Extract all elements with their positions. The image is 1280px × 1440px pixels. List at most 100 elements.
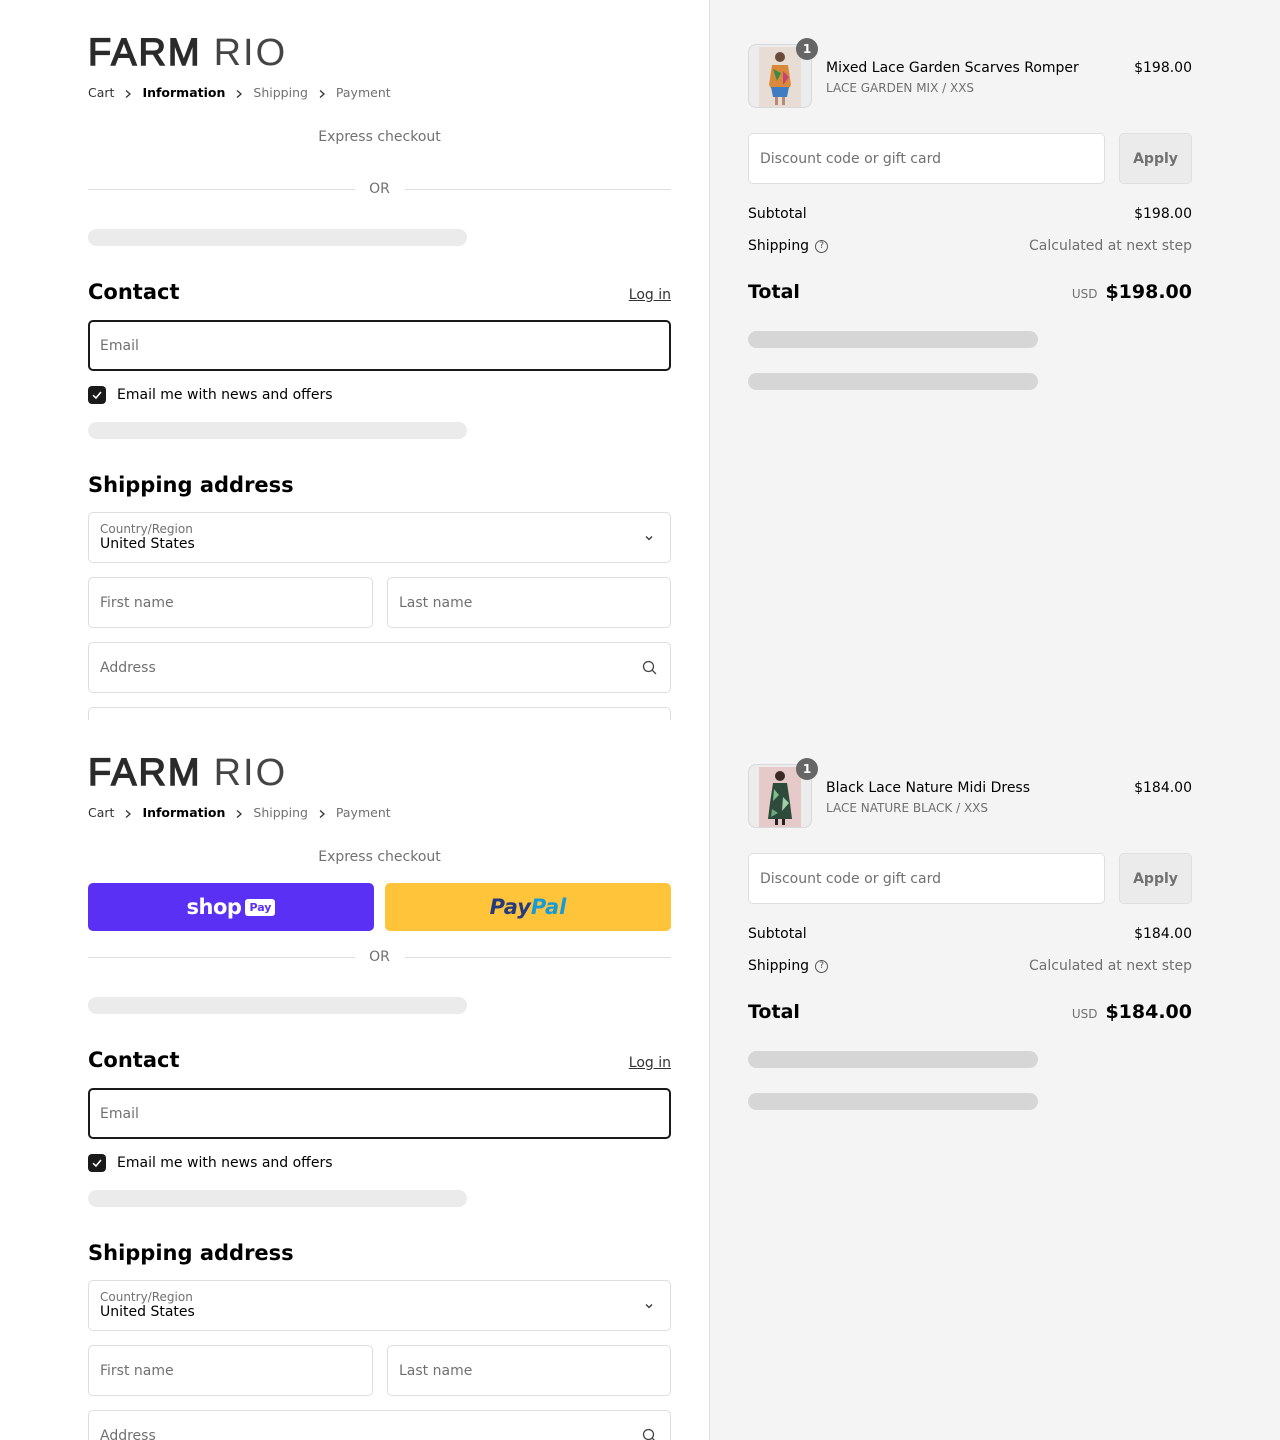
discount-code-input[interactable]: Discount code or gift card	[748, 133, 1105, 184]
paypal-logo-part2: Pal	[530, 895, 567, 919]
checkout-frame-1: FARM RIO Cart Information Shipping Payme…	[0, 0, 1280, 720]
search-icon[interactable]	[641, 660, 657, 676]
breadcrumb-shipping: Shipping	[253, 805, 308, 820]
apply-discount-button[interactable]: Apply	[1119, 853, 1192, 904]
last-name-field[interactable]: Last name	[387, 1345, 671, 1396]
shipping-address-heading: Shipping address	[88, 473, 294, 497]
first-name-field[interactable]: First name	[88, 577, 373, 628]
shipping-row: Shipping? Calculated at next step	[748, 958, 1192, 974]
product-variant: LACE NATURE BLACK / XXS	[826, 801, 989, 815]
product-name: Black Lace Nature Midi Dress	[826, 780, 1031, 796]
last-name-field[interactable]: Last name	[387, 577, 671, 628]
brand-logo[interactable]: FARM RIO	[87, 753, 287, 792]
breadcrumb-cart[interactable]: Cart	[88, 85, 114, 100]
country-value: United States	[100, 1304, 195, 1320]
breadcrumb-cart[interactable]: Cart	[88, 805, 114, 820]
newsletter-checkbox-row[interactable]: Email me with news and offers	[88, 386, 333, 404]
product-image	[759, 47, 801, 107]
breadcrumb-information: Information	[142, 805, 226, 820]
loading-placeholder	[88, 997, 467, 1014]
checkmark-icon	[92, 391, 102, 400]
breadcrumb-payment: Payment	[335, 805, 391, 820]
divider-line	[88, 188, 355, 190]
address-placeholder: Address	[100, 1427, 156, 1440]
loading-placeholder	[748, 1093, 1038, 1110]
breadcrumb-shipping: Shipping	[253, 85, 308, 100]
newsletter-checkbox-row[interactable]: Email me with news and offers	[88, 1154, 333, 1172]
product-variant: LACE GARDEN MIX / XXS	[826, 81, 975, 95]
total-label: Total	[748, 1001, 800, 1023]
order-summary: 1 Black Lace Nature Midi Dress LACE NATU…	[709, 720, 1280, 1440]
chevron-right-icon	[225, 85, 253, 100]
login-link[interactable]: Log in	[629, 287, 671, 303]
newsletter-label: Email me with news and offers	[117, 1155, 333, 1171]
subtotal-value: $198.00	[1134, 206, 1192, 222]
first-name-placeholder: First name	[100, 594, 174, 611]
shipping-row: Shipping? Calculated at next step	[748, 238, 1192, 254]
chevron-down-icon	[641, 530, 657, 546]
total-row: Total USD $184.00	[748, 1001, 1192, 1023]
quantity-badge: 1	[796, 38, 818, 60]
paypal-logo-part1: Pay	[489, 895, 531, 919]
apply-discount-button[interactable]: Apply	[1119, 133, 1192, 184]
loading-placeholder	[748, 1051, 1038, 1068]
divider-line	[404, 188, 671, 190]
loading-placeholder	[88, 422, 467, 439]
loading-placeholder	[748, 331, 1038, 348]
email-field[interactable]: Email	[88, 1088, 671, 1139]
first-name-placeholder: First name	[100, 1362, 174, 1379]
apartment-field[interactable]	[88, 707, 671, 720]
or-text: OR	[369, 181, 390, 197]
total-value: $198.00	[1105, 281, 1192, 303]
breadcrumb-payment: Payment	[335, 85, 391, 100]
subtotal-value: $184.00	[1134, 926, 1192, 942]
chevron-right-icon	[308, 805, 336, 820]
brand-logo[interactable]: FARM RIO	[87, 33, 287, 72]
email-placeholder: Email	[100, 337, 139, 354]
country-label: Country/Region	[100, 1290, 193, 1304]
login-link[interactable]: Log in	[629, 1055, 671, 1071]
paypal-button[interactable]: Pay Pal	[385, 883, 671, 931]
address-field[interactable]: Address	[88, 1410, 671, 1440]
email-field[interactable]: Email	[88, 320, 671, 371]
subtotal-label: Subtotal	[748, 926, 807, 942]
shipping-value: Calculated at next step	[1029, 958, 1192, 974]
subtotal-row: Subtotal $184.00	[748, 926, 1192, 942]
product-price: $184.00	[1134, 780, 1192, 796]
country-label: Country/Region	[100, 522, 193, 536]
express-checkout-label: Express checkout	[318, 849, 441, 865]
quantity-badge: 1	[796, 758, 818, 780]
last-name-placeholder: Last name	[399, 1362, 473, 1379]
shipping-value: Calculated at next step	[1029, 238, 1192, 254]
newsletter-label: Email me with news and offers	[117, 387, 333, 403]
country-select[interactable]: Country/Region United States	[88, 1280, 671, 1331]
shop-pay-button[interactable]: shop Pay	[88, 883, 374, 931]
question-icon[interactable]: ?	[815, 239, 829, 253]
email-placeholder: Email	[100, 1105, 139, 1122]
breadcrumb-information: Information	[142, 85, 226, 100]
checkmark-icon	[92, 1159, 102, 1168]
address-field[interactable]: Address	[88, 642, 671, 693]
divider-line	[88, 956, 355, 958]
search-icon[interactable]	[641, 1428, 657, 1440]
express-checkout-label: Express checkout	[318, 129, 441, 145]
or-divider: OR	[88, 949, 671, 965]
newsletter-checkbox[interactable]	[88, 1154, 106, 1172]
newsletter-checkbox[interactable]	[88, 386, 106, 404]
discount-code-input[interactable]: Discount code or gift card	[748, 853, 1105, 904]
country-select[interactable]: Country/Region United States	[88, 512, 671, 563]
discount-placeholder: Discount code or gift card	[760, 150, 941, 167]
address-placeholder: Address	[100, 659, 156, 676]
chevron-right-icon	[114, 85, 142, 100]
cart-line-item: 1 Black Lace Nature Midi Dress LACE NATU…	[748, 758, 1192, 830]
discount-placeholder: Discount code or gift card	[760, 870, 941, 887]
product-name: Mixed Lace Garden Scarves Romper	[826, 60, 1079, 76]
breadcrumb: Cart Information Shipping Payment	[88, 805, 391, 820]
chevron-right-icon	[114, 805, 142, 820]
currency-code: USD	[1071, 287, 1098, 301]
order-summary: 1 Mixed Lace Garden Scarves Romper LACE …	[709, 0, 1280, 720]
product-price: $198.00	[1134, 60, 1192, 76]
shop-pay-logo: shop	[186, 895, 242, 919]
question-icon[interactable]: ?	[815, 959, 829, 973]
first-name-field[interactable]: First name	[88, 1345, 373, 1396]
